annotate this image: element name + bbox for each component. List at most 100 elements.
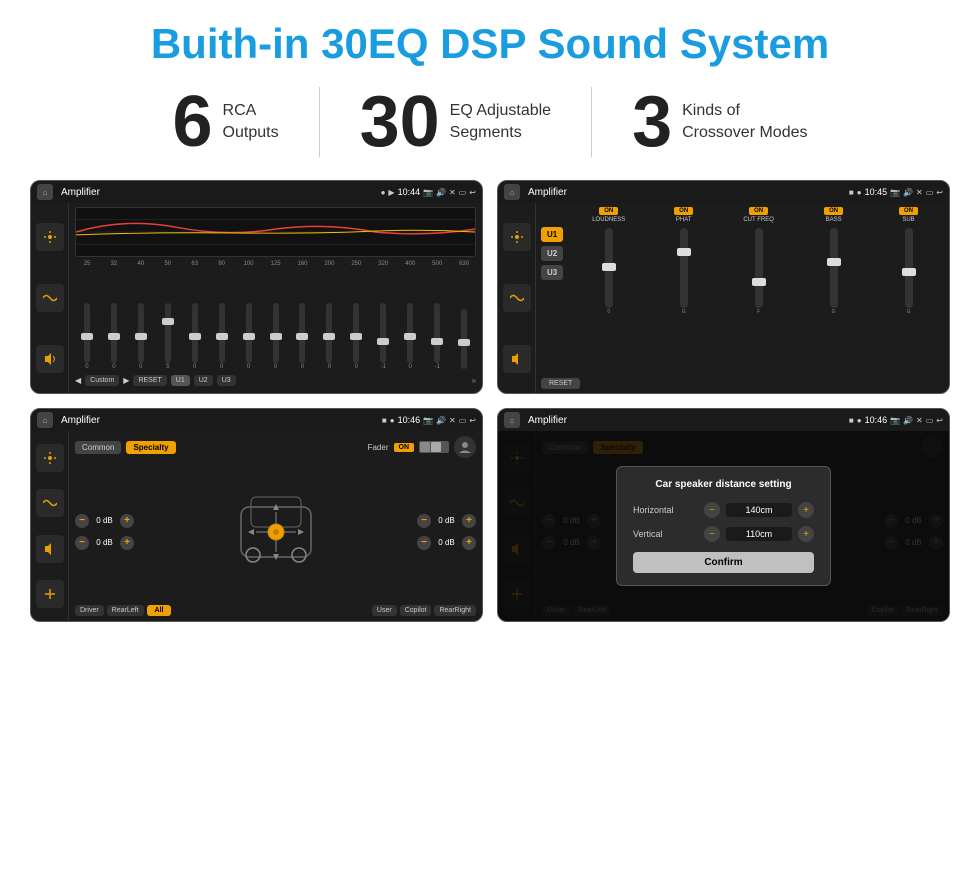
- thumb-10[interactable]: [350, 333, 362, 340]
- stat-crossover: 3 Kinds of Crossover Modes: [592, 86, 847, 158]
- home-icon-3[interactable]: ⌂: [37, 412, 53, 428]
- thumb-12[interactable]: [404, 333, 416, 340]
- eq-slider-4: 0: [183, 303, 207, 370]
- common-tab[interactable]: Common: [75, 441, 121, 454]
- fader-slider-mini[interactable]: [419, 441, 449, 453]
- channel-cutfreq: ON CUT FREQ: [723, 207, 794, 223]
- plus-btn-2[interactable]: +: [120, 536, 134, 550]
- stat-eq: 30 EQ Adjustable Segments: [320, 86, 592, 158]
- thumb-5[interactable]: [216, 333, 228, 340]
- home-icon-4[interactable]: ⌂: [504, 412, 520, 428]
- eq-speaker-btn[interactable]: [36, 345, 64, 373]
- thumb-1[interactable]: [108, 333, 120, 340]
- dialog-status-icons: ■ ● 10:46 📷 🔊 ✕ ▭ ↩: [849, 415, 943, 425]
- eq-sliders: 0 0 0 5: [75, 269, 476, 372]
- preset-btns: U1 U2 U3: [541, 207, 563, 375]
- horizontal-minus-btn[interactable]: −: [704, 502, 720, 518]
- phat-thumb[interactable]: [677, 248, 691, 256]
- plus-btn-3[interactable]: +: [462, 514, 476, 528]
- rearright-btn[interactable]: RearRight: [434, 605, 476, 616]
- u1-preset-btn[interactable]: U1: [541, 227, 563, 242]
- prev-preset-btn[interactable]: ◀: [75, 376, 81, 385]
- eq-wave-btn[interactable]: [36, 284, 64, 312]
- dialog-status-bar: ⌂ Amplifier ■ ● 10:46 📷 🔊 ✕ ▭ ↩: [498, 409, 949, 431]
- vol2-icon: 🔊: [903, 188, 913, 197]
- copilot-btn[interactable]: Copilot: [400, 605, 432, 616]
- user-btn[interactable]: User: [372, 605, 397, 616]
- win4-icon: ▭: [926, 416, 934, 425]
- cutfreq-label: CUT FREQ: [743, 217, 774, 223]
- crossover-time: 10:45: [865, 187, 888, 197]
- minus-btn-4[interactable]: −: [417, 536, 431, 550]
- eq-side-controls: [31, 203, 69, 393]
- phat-label: PHAT: [676, 217, 692, 223]
- bass-toggle[interactable]: ON: [824, 207, 843, 215]
- home-icon[interactable]: ⌂: [37, 184, 53, 200]
- horizontal-plus-btn[interactable]: +: [798, 502, 814, 518]
- minus-btn-3[interactable]: −: [417, 514, 431, 528]
- vol3-icon: 🔊: [436, 416, 446, 425]
- phat-toggle[interactable]: ON: [674, 207, 693, 215]
- u3-preset-btn[interactable]: U3: [541, 265, 563, 280]
- vertical-minus-btn[interactable]: −: [704, 526, 720, 542]
- minus-btn-1[interactable]: −: [75, 514, 89, 528]
- all-btn[interactable]: All: [147, 605, 172, 616]
- next-preset-btn[interactable]: ▶: [123, 376, 129, 385]
- u2-preset-btn[interactable]: U2: [541, 246, 563, 261]
- eq-screen-card: ⌂ Amplifier ● ▶ 10:44 📷 🔊 ✕ ▭ ↩: [30, 180, 483, 394]
- thumb-11[interactable]: [377, 338, 389, 345]
- fader-speaker-btn[interactable]: [36, 535, 64, 563]
- vertical-plus-btn[interactable]: +: [798, 526, 814, 542]
- fader-arrows-btn[interactable]: [36, 580, 64, 608]
- crossover-reset-btn[interactable]: RESET: [541, 378, 580, 389]
- rec4-icon: ■: [849, 416, 854, 425]
- thumb-0[interactable]: [81, 333, 93, 340]
- thumb-9[interactable]: [323, 333, 335, 340]
- vertical-value: 110cm: [726, 527, 792, 541]
- minus-btn-2[interactable]: −: [75, 536, 89, 550]
- thumb-6[interactable]: [243, 333, 255, 340]
- eq-settings-btn[interactable]: [36, 223, 64, 251]
- crossover-screen-content: U1 U2 U3 ON LOUDNESS: [498, 203, 949, 393]
- thumb-2[interactable]: [135, 333, 147, 340]
- cross-settings-btn[interactable]: [503, 223, 531, 251]
- home-icon-2[interactable]: ⌂: [504, 184, 520, 200]
- fader-wave-btn[interactable]: [36, 489, 64, 517]
- thumb-3[interactable]: [162, 318, 174, 325]
- loudness-toggle[interactable]: ON: [599, 207, 618, 215]
- sub-toggle[interactable]: ON: [899, 207, 918, 215]
- eq-screen-title: Amplifier: [61, 187, 377, 198]
- fader-on-toggle[interactable]: ON: [394, 443, 415, 452]
- crossover-top: U1 U2 U3 ON LOUDNESS: [541, 207, 944, 375]
- plus-btn-1[interactable]: +: [120, 514, 134, 528]
- rca-label: RCA Outputs: [223, 100, 279, 145]
- fader-status-bar: ⌂ Amplifier ■ ● 10:46 📷 🔊 ✕ ▭ ↩: [31, 409, 482, 431]
- dot-icon: ●: [381, 188, 386, 197]
- u3-btn[interactable]: U3: [217, 375, 236, 386]
- horizontal-row: Horizontal − 140cm +: [633, 502, 814, 518]
- rearleft-btn[interactable]: RearLeft: [107, 605, 144, 616]
- cross-speaker-btn[interactable]: [503, 345, 531, 373]
- reset-btn[interactable]: RESET: [133, 375, 166, 386]
- cross-wave-btn[interactable]: [503, 284, 531, 312]
- thumb-8[interactable]: [296, 333, 308, 340]
- sub-thumb[interactable]: [902, 268, 916, 276]
- cutfreq-thumb[interactable]: [752, 278, 766, 286]
- thumb-4[interactable]: [189, 333, 201, 340]
- cutfreq-toggle[interactable]: ON: [749, 207, 768, 215]
- fader-settings-btn[interactable]: [36, 444, 64, 472]
- eq-slider-3: 5: [156, 303, 180, 370]
- loudness-thumb[interactable]: [602, 263, 616, 271]
- plus-btn-4[interactable]: +: [462, 536, 476, 550]
- back4-icon: ↩: [936, 416, 943, 425]
- thumb-13[interactable]: [431, 338, 443, 345]
- thumb-7[interactable]: [270, 333, 282, 340]
- driver-btn[interactable]: Driver: [75, 605, 104, 616]
- confirm-button[interactable]: Confirm: [633, 552, 814, 573]
- specialty-tab[interactable]: Specialty: [126, 441, 175, 454]
- u1-btn[interactable]: U1: [171, 375, 190, 386]
- u2-btn[interactable]: U2: [194, 375, 213, 386]
- thumb-14[interactable]: [458, 339, 470, 346]
- bass-thumb[interactable]: [827, 258, 841, 266]
- custom-preset-btn[interactable]: Custom: [85, 375, 119, 386]
